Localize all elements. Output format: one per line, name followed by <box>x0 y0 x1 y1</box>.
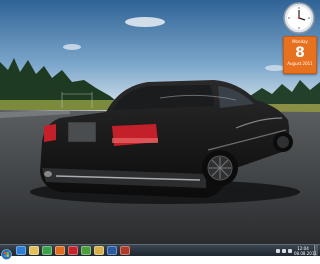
windows-start-orb <box>1 249 12 260</box>
flag-icon[interactable] <box>288 248 292 253</box>
clock-gadget[interactable] <box>283 2 315 34</box>
chrome-icon[interactable] <box>81 246 91 255</box>
calendar-day: 8 <box>295 45 305 61</box>
media-player-icon[interactable] <box>42 246 52 255</box>
internet-explorer-icon[interactable] <box>16 246 26 255</box>
taskbar: 12:04 08.08.2011 <box>0 244 320 260</box>
network-icon[interactable] <box>276 248 280 253</box>
windows-explorer-icon[interactable] <box>29 246 39 255</box>
taskbar-date: 08.08.2011 <box>294 250 317 256</box>
start-button[interactable] <box>1 245 12 260</box>
calendar-month: August 2011 <box>287 61 313 66</box>
opera-icon[interactable] <box>68 246 78 255</box>
folder-icon[interactable] <box>94 246 104 255</box>
taskbar-clock[interactable]: 12:04 08.08.2011 <box>294 246 317 256</box>
firefox-icon[interactable] <box>55 246 65 255</box>
volume-icon[interactable] <box>282 248 286 253</box>
system-tray: 12:04 08.08.2011 <box>276 245 318 256</box>
analog-clock-icon <box>283 2 315 34</box>
photoshop-icon[interactable] <box>107 246 117 255</box>
desktop-wallpaper <box>0 0 320 244</box>
calendar-gadget[interactable]: Monday 8 August 2011 <box>283 36 317 74</box>
show-desktop-button[interactable] <box>314 245 318 256</box>
app-icon[interactable] <box>120 246 130 255</box>
